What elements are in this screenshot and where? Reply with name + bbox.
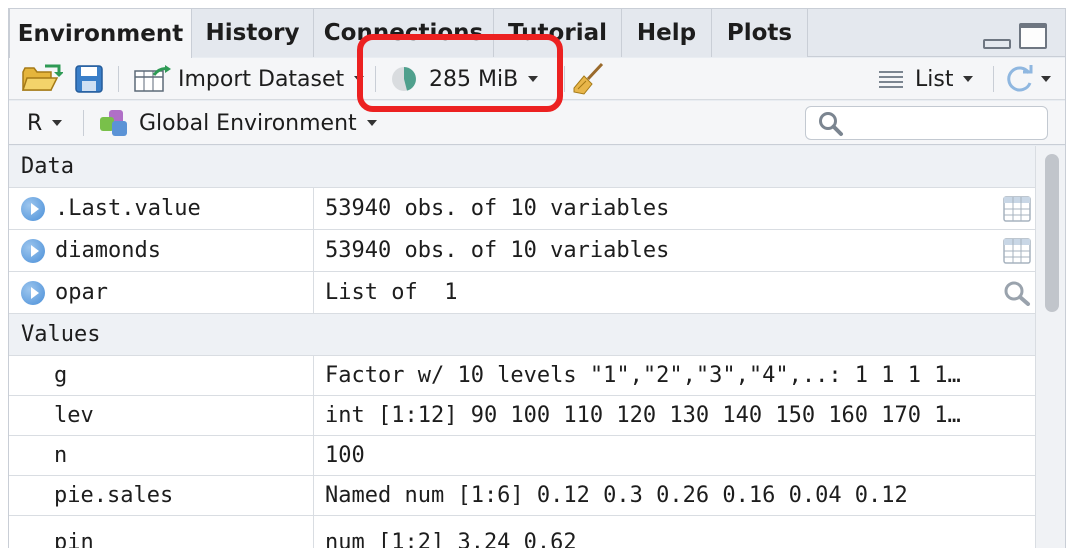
tab-connections[interactable]: Connections bbox=[314, 9, 494, 57]
variable-name-cell: pin bbox=[9, 516, 314, 548]
open-folder-icon bbox=[21, 64, 63, 91]
chevron-down-icon bbox=[963, 76, 974, 82]
memory-usage-button[interactable]: 285 MiB bbox=[391, 58, 539, 100]
search-input[interactable] bbox=[805, 106, 1048, 140]
save-workspace-button[interactable] bbox=[75, 58, 103, 100]
view-mode-label: List bbox=[915, 66, 954, 92]
table-row[interactable]: .Last.value 53940 obs. of 10 variables bbox=[9, 188, 1035, 230]
toolbar-separator bbox=[993, 66, 994, 92]
variable-value-cell: int [1:12] 90 100 110 120 130 140 150 16… bbox=[314, 396, 1035, 435]
variable-name-cell: pie.sales bbox=[9, 476, 314, 515]
chevron-down-icon bbox=[366, 120, 377, 126]
variable-value: 100 bbox=[325, 443, 365, 468]
magnifier-icon[interactable] bbox=[1003, 280, 1031, 306]
variable-name: pin bbox=[54, 530, 94, 548]
section-header-values: Values bbox=[9, 314, 1035, 356]
refresh-icon bbox=[1007, 65, 1033, 92]
maximize-pane-icon[interactable] bbox=[1019, 23, 1047, 49]
language-dropdown[interactable]: R bbox=[27, 101, 63, 145]
expand-arrow-icon[interactable] bbox=[21, 238, 45, 263]
table-row[interactable]: lev int [1:12] 90 100 110 120 130 140 15… bbox=[9, 396, 1035, 436]
table-row[interactable]: pin num [1:2] 3.24 0.62 bbox=[9, 516, 1035, 548]
table-row[interactable]: opar List of 1 bbox=[9, 272, 1035, 314]
tab-environment[interactable]: Environment bbox=[9, 9, 192, 58]
memory-pie-icon bbox=[392, 67, 416, 91]
table-row[interactable]: n 100 bbox=[9, 436, 1035, 476]
variable-name-cell: lev bbox=[9, 396, 314, 435]
tab-bar: Environment History Connections Tutorial… bbox=[9, 9, 1065, 58]
environment-table: Data .Last.value 53940 obs. of 10 variab… bbox=[9, 146, 1035, 548]
environment-label: Global Environment bbox=[139, 110, 357, 136]
environment-selector-bar: R Global Environment bbox=[9, 101, 1065, 145]
chevron-down-icon bbox=[354, 76, 365, 82]
chevron-down-icon bbox=[528, 76, 539, 82]
language-label: R bbox=[27, 110, 43, 136]
tab-help[interactable]: Help bbox=[622, 9, 712, 57]
view-mode-dropdown[interactable]: List bbox=[879, 58, 974, 100]
variable-name: pie.sales bbox=[54, 483, 174, 508]
import-dataset-label: Import Dataset bbox=[178, 66, 345, 92]
variable-value-cell: 53940 obs. of 10 variables bbox=[314, 230, 1035, 271]
variable-value-cell: Named num [1:6] 0.12 0.3 0.26 0.16 0.04 … bbox=[314, 476, 1035, 515]
tab-tutorial[interactable]: Tutorial bbox=[494, 9, 622, 57]
vertical-scrollbar[interactable] bbox=[1035, 146, 1065, 548]
clear-workspace-button[interactable] bbox=[572, 58, 606, 100]
variable-name-cell: n bbox=[9, 436, 314, 475]
variable-name-cell: opar bbox=[9, 272, 314, 313]
variable-value-cell: 53940 obs. of 10 variables bbox=[314, 188, 1035, 229]
variable-value-cell: num [1:2] 3.24 0.62 bbox=[314, 516, 1035, 548]
variable-name: opar bbox=[55, 280, 108, 305]
scrollbar-thumb[interactable] bbox=[1045, 154, 1059, 312]
variable-name: diamonds bbox=[55, 238, 161, 263]
toolbar-separator bbox=[118, 66, 119, 92]
variable-name-cell: diamonds bbox=[9, 230, 314, 271]
save-disk-icon bbox=[75, 65, 103, 93]
variable-value: List of 1 bbox=[325, 280, 458, 305]
table-row[interactable]: g Factor w/ 10 levels "1","2","3","4",..… bbox=[9, 356, 1035, 396]
toolbar-separator bbox=[375, 66, 376, 92]
variable-name-cell: .Last.value bbox=[9, 188, 314, 229]
variable-value-cell: Factor w/ 10 levels "1","2","3","4",..: … bbox=[314, 356, 1035, 395]
variable-value: 53940 obs. of 10 variables bbox=[325, 238, 670, 263]
variable-value: Factor w/ 10 levels "1","2","3","4",..: … bbox=[325, 363, 961, 388]
variable-name-cell: g bbox=[9, 356, 314, 395]
tab-plots[interactable]: Plots bbox=[712, 9, 808, 57]
expand-arrow-icon[interactable] bbox=[21, 280, 45, 305]
variable-value: Named num [1:6] 0.12 0.3 0.26 0.16 0.04 … bbox=[325, 483, 908, 508]
tab-history[interactable]: History bbox=[192, 9, 314, 57]
variable-name: g bbox=[54, 363, 68, 388]
memory-usage-label: 285 MiB bbox=[429, 66, 519, 92]
variable-value: num [1:2] 3.24 0.62 bbox=[325, 530, 577, 548]
environment-cubes-icon bbox=[100, 110, 127, 136]
import-table-icon bbox=[134, 65, 171, 92]
list-lines-icon bbox=[879, 71, 903, 88]
table-view-icon[interactable] bbox=[1003, 238, 1031, 264]
search-icon bbox=[819, 112, 843, 136]
variable-name: n bbox=[54, 443, 68, 468]
toolbar-separator bbox=[83, 110, 84, 136]
chevron-down-icon bbox=[1041, 76, 1051, 82]
variable-name: .Last.value bbox=[55, 196, 201, 221]
variable-value: int [1:12] 90 100 110 120 130 140 150 16… bbox=[325, 403, 961, 428]
variable-value-cell: 100 bbox=[314, 436, 1035, 475]
minimize-pane-icon[interactable] bbox=[983, 39, 1011, 49]
variable-name: lev bbox=[54, 403, 94, 428]
expand-arrow-icon[interactable] bbox=[21, 196, 45, 221]
broom-icon bbox=[573, 62, 604, 95]
environment-toolbar: Import Dataset 285 MiB List bbox=[9, 58, 1065, 100]
variable-value: 53940 obs. of 10 variables bbox=[325, 196, 670, 221]
import-dataset-button[interactable]: Import Dataset bbox=[134, 58, 365, 100]
chevron-down-icon bbox=[52, 120, 63, 126]
table-view-icon[interactable] bbox=[1003, 196, 1031, 222]
refresh-button[interactable] bbox=[1005, 58, 1051, 100]
environment-dropdown[interactable]: Global Environment bbox=[99, 101, 377, 145]
section-header-data: Data bbox=[9, 146, 1035, 188]
load-workspace-button[interactable] bbox=[21, 58, 63, 100]
table-row[interactable]: pie.sales Named num [1:6] 0.12 0.3 0.26 … bbox=[9, 476, 1035, 516]
table-row[interactable]: diamonds 53940 obs. of 10 variables bbox=[9, 230, 1035, 272]
variable-value-cell: List of 1 bbox=[314, 272, 1035, 313]
toolbar-separator bbox=[564, 66, 565, 92]
environment-pane: Environment History Connections Tutorial… bbox=[8, 8, 1066, 548]
